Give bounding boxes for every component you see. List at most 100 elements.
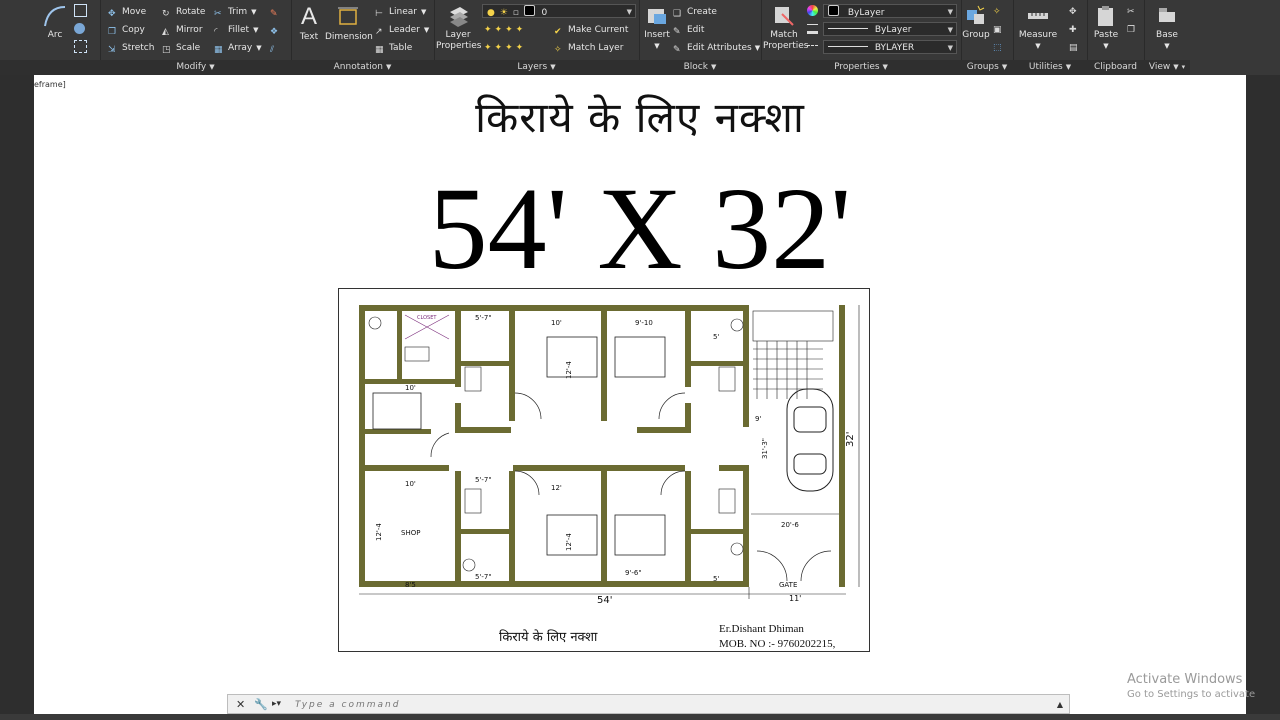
- linear-button[interactable]: ⊢ Linear ▼: [375, 4, 426, 20]
- dim-12-4-a: 12'-4: [565, 361, 573, 379]
- make-current-button[interactable]: ✔ Make Current: [554, 22, 628, 38]
- command-line: ✕ 🔧 ▸▾ ▲: [227, 694, 1070, 714]
- leader-button[interactable]: ↗ Leader ▼: [375, 22, 429, 38]
- block-panel-title[interactable]: Block ▼: [639, 60, 761, 75]
- scale-button[interactable]: ◳ Scale: [162, 40, 200, 56]
- clipboard-panel-title[interactable]: Clipboard: [1087, 60, 1144, 75]
- base-button[interactable]: Base ▼: [1152, 4, 1182, 52]
- measure-button[interactable]: Measure ▼: [1017, 4, 1059, 52]
- modify-panel-title[interactable]: Modify ▼: [100, 60, 291, 75]
- dim-5-7-c: 5'-7": [475, 573, 492, 581]
- mirror-button[interactable]: ◭ Mirror: [162, 22, 203, 38]
- paste-icon: [1098, 6, 1113, 26]
- linetype-icon[interactable]: [807, 40, 821, 56]
- arc-button[interactable]: Arc: [40, 4, 70, 41]
- status-bar: [0, 714, 1280, 720]
- hatch-tool[interactable]: [74, 22, 88, 38]
- linetype-dropdown[interactable]: ByLayer ▼: [823, 22, 957, 36]
- layers-panel-title[interactable]: Layers ▼: [434, 60, 639, 75]
- match-layer-icon: ✧: [554, 45, 562, 55]
- group-button[interactable]: Group: [962, 4, 990, 41]
- groups-panel: Group ✧ ▣ ⬚ Groups ▼: [961, 0, 1014, 75]
- text-button[interactable]: A Text: [295, 4, 323, 43]
- base-view-icon: [1159, 8, 1175, 22]
- trim-button[interactable]: ✂ Trim ▼: [214, 4, 257, 20]
- insert-button[interactable]: Insert ▼: [641, 4, 673, 52]
- calculator-icon[interactable]: ▤: [1069, 40, 1078, 56]
- dim-10-b: 10': [405, 384, 416, 392]
- create-icon: ❑: [673, 9, 682, 19]
- mirror-icon: ◭: [162, 27, 169, 37]
- copy-button[interactable]: ❐ Copy: [108, 22, 145, 38]
- command-prompt-icon[interactable]: ▸▾: [272, 697, 281, 712]
- modify-panel: ✥ Move ↻ Rotate ✂ Trim ▼ ✎ ❐ Copy ◭ Mirror ◜ Fi…: [100, 0, 292, 75]
- edit-attributes-button[interactable]: ✎ Edit Attributes ▼: [673, 40, 760, 56]
- close-icon[interactable]: ✕: [236, 697, 245, 712]
- match-properties-icon: [775, 7, 794, 26]
- layers-panel: Layer Properties ● ☀ ▫ 0 ▼ ✦✦✦✦ ✔ Make Cur…: [434, 0, 640, 75]
- properties-panel-title[interactable]: Properties ▼: [761, 60, 961, 75]
- layer-properties-button[interactable]: Layer Properties: [436, 4, 481, 52]
- wrench-icon[interactable]: 🔧: [254, 697, 268, 712]
- stretch-button[interactable]: ⇲ Stretch: [108, 40, 154, 56]
- explode-button[interactable]: ❖: [270, 22, 284, 38]
- edit-button[interactable]: ✎ Edit: [673, 22, 704, 38]
- fillet-button[interactable]: ◜ Fillet ▼: [214, 22, 258, 38]
- color-wheel-icon[interactable]: [807, 4, 821, 20]
- groups-panel-title[interactable]: Groups ▼: [961, 60, 1013, 75]
- panel-expand-icon[interactable]: ▾: [1182, 63, 1186, 71]
- match-properties-button[interactable]: Match Properties: [763, 4, 808, 52]
- view-panel: Base ▼ View ▼ ▾: [1144, 0, 1190, 75]
- match-layer-button[interactable]: ✧ Match Layer: [554, 40, 623, 56]
- lineweight-dropdown[interactable]: BYLAYER ▼: [823, 40, 957, 54]
- boundary-icon: [74, 40, 87, 53]
- stretch-icon: ⇲: [108, 45, 116, 55]
- view-panel-title[interactable]: View ▼ ▾: [1144, 60, 1190, 75]
- drawing-title-hindi: किराये के लिए नक्शा: [475, 93, 805, 142]
- create-button[interactable]: ❑ Create: [673, 4, 717, 20]
- point-icon[interactable]: ✚: [1069, 22, 1077, 38]
- layer-dropdown[interactable]: ● ☀ ▫ 0 ▼: [482, 4, 636, 18]
- leader-icon: ↗: [375, 27, 383, 37]
- cut-icon[interactable]: ✂: [1127, 4, 1135, 20]
- group-select-icon[interactable]: ⬚: [993, 40, 1002, 56]
- dim-9: 9': [755, 415, 761, 423]
- dim-31-3: 31'-3": [761, 438, 769, 459]
- layer-tools-row-1[interactable]: ✦✦✦✦: [484, 22, 526, 38]
- lineweight-icon[interactable]: [807, 22, 821, 38]
- dim-10-c: 10': [405, 480, 416, 488]
- floor-plan-sheet[interactable]: 54' 11' 32' SHOP GATE CLOSET 10' 9'-10 1…: [338, 288, 870, 652]
- copy-clip-icon[interactable]: ❐: [1127, 22, 1135, 38]
- text-icon: A: [300, 3, 317, 30]
- ungroup-icon[interactable]: ✧: [993, 4, 1001, 20]
- color-dropdown[interactable]: ByLayer ▼: [823, 4, 957, 18]
- group-edit-icon[interactable]: ▣: [993, 22, 1002, 38]
- command-expand-icon[interactable]: ▲: [1057, 697, 1063, 712]
- outer-walls: [359, 305, 845, 587]
- top-width-label: 54': [597, 595, 612, 606]
- draw-panel-title[interactable]: [0, 60, 100, 75]
- paste-button[interactable]: Paste ▼: [1091, 4, 1121, 52]
- scale-icon: ◳: [162, 45, 171, 55]
- command-input[interactable]: [293, 697, 1037, 713]
- array-button[interactable]: ▦ Array ▼: [214, 40, 262, 56]
- offset-button[interactable]: ⫽: [270, 40, 284, 56]
- annotation-panel-title[interactable]: Annotation ▼: [291, 60, 434, 75]
- edit-attributes-icon: ✎: [673, 45, 681, 55]
- copy-icon: ❐: [108, 27, 117, 37]
- quick-select-icon[interactable]: ✥: [1069, 4, 1077, 20]
- move-button[interactable]: ✥ Move: [108, 4, 146, 20]
- rectangle-tool[interactable]: [74, 4, 90, 20]
- edit-icon: ✎: [673, 27, 681, 37]
- erase-button[interactable]: ✎: [270, 4, 284, 20]
- table-button[interactable]: ▦ Table: [375, 40, 412, 56]
- layer-tools-row-2[interactable]: ✦✦✦✦: [484, 40, 526, 56]
- boundary-tool[interactable]: [74, 40, 90, 56]
- dimension-button[interactable]: Dimension: [325, 4, 373, 43]
- utilities-panel-title[interactable]: Utilities ▼: [1013, 60, 1087, 75]
- dimension-icon: [338, 7, 358, 25]
- sun-icon: ☀: [499, 8, 508, 18]
- rotate-button[interactable]: ↻ Rotate: [162, 4, 205, 20]
- erase-icon: ✎: [270, 9, 278, 19]
- dim-12-d: 12': [551, 484, 562, 492]
